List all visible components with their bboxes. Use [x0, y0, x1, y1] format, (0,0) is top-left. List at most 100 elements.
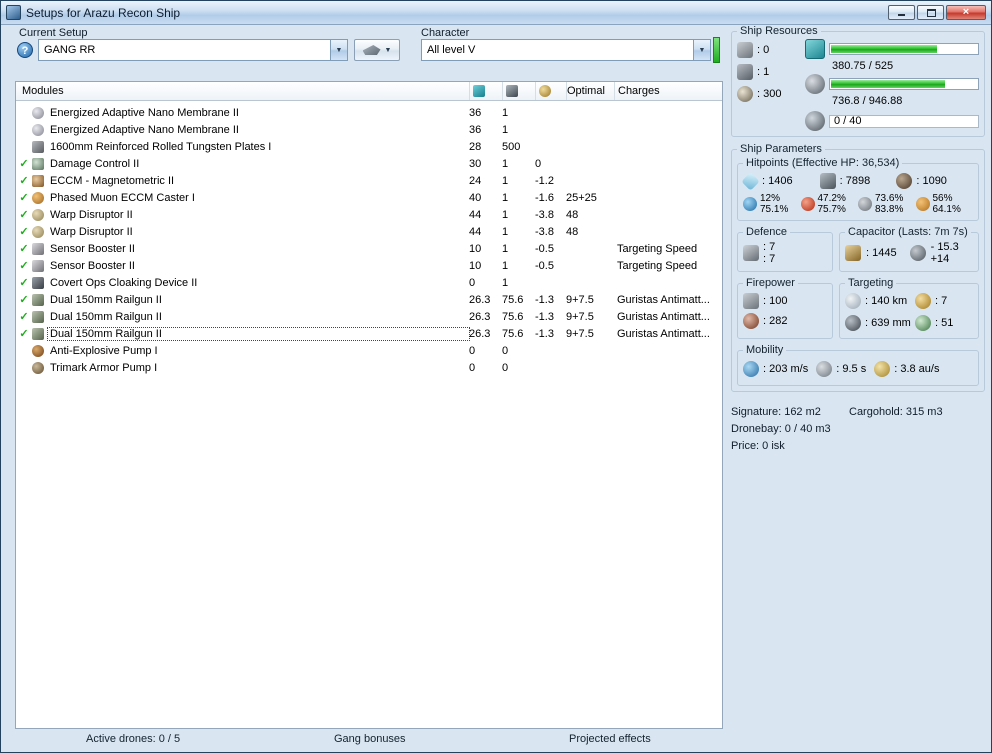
resist-cell: 47.2% 75.7%: [800, 193, 859, 215]
module-cap-value: -1.3: [535, 310, 554, 323]
warp-speed-icon: [874, 361, 891, 377]
targeting-range-value: : 140 km: [865, 295, 908, 307]
fitted-check-icon: ✓: [19, 209, 29, 221]
module-cpu-value: 26.3: [469, 310, 491, 323]
agility-icon: [816, 361, 833, 377]
fitted-check-icon: ✓: [19, 158, 29, 170]
module-cpu-value: 0: [469, 276, 476, 289]
armor-hp-icon: [819, 173, 836, 189]
fitted-check-icon: ✓: [19, 243, 29, 255]
drone-bandwidth-bar: 0 / 40: [829, 114, 979, 128]
module-charges-value: Guristas Antimatt...: [617, 310, 710, 323]
module-name: Dual 150mm Railgun II: [50, 310, 162, 323]
max-targets-value: : 7: [935, 295, 948, 307]
eft-window: Setups for Arazu Recon Ship × Current Se…: [0, 0, 992, 753]
structure-hp-value: : 1090: [916, 175, 947, 187]
module-powergrid-value: 500: [502, 140, 521, 153]
window-title: Setups for Arazu Recon Ship: [26, 5, 181, 20]
projected-effects-section[interactable]: Projected effects: [569, 733, 651, 745]
volley-value: : 100: [763, 295, 788, 307]
ship-selector-icon: [362, 45, 381, 55]
speed-icon: [743, 361, 759, 377]
module-row[interactable]: ✓ Warp Disruptor II 44 1 -3.8 48: [16, 206, 722, 223]
firepower-group: Firepower : 100 : 282: [737, 277, 833, 339]
close-button[interactable]: ×: [946, 5, 986, 20]
warp-disruptor-icon: [32, 208, 44, 221]
em-resist-icon: [743, 197, 757, 211]
fitted-check-icon: ✓: [19, 226, 29, 238]
defence-top-value: : 7: [763, 241, 776, 253]
module-row[interactable]: ✓ Sensor Booster II 10 1 -0.5 Targeting …: [16, 240, 722, 257]
titlebar[interactable]: Setups for Arazu Recon Ship ×: [1, 1, 991, 25]
module-row[interactable]: ✓ Energized Adaptive Nano Membrane II 36…: [16, 121, 722, 138]
dps-icon: [743, 313, 759, 329]
fitted-check-icon: ✓: [19, 328, 29, 340]
module-row[interactable]: ✓ Warp Disruptor II 44 1 -3.8 48: [16, 223, 722, 240]
turret-hardpoints-value: : 0: [757, 44, 770, 56]
character-label: Character: [421, 27, 470, 39]
current-setup-value: GANG RR: [44, 44, 96, 56]
warp-disruptor-icon: [32, 225, 44, 238]
targeting-group: Targeting : 140 km : 7 : 639 mm: 51: [839, 277, 979, 339]
shield-resist-value: 12%: [760, 193, 781, 204]
module-optimal-value: 9+7.5: [566, 310, 594, 323]
gang-bonuses-section[interactable]: Gang bonuses: [334, 733, 406, 745]
module-name: Anti-Explosive Pump I: [50, 344, 158, 357]
module-cpu-value: 0: [469, 361, 476, 374]
armor-hp-value: : 7898: [839, 175, 871, 187]
module-charges-value: Guristas Antimatt...: [617, 327, 710, 340]
maximize-button[interactable]: [917, 5, 944, 20]
hitpoints-group: Hitpoints (Effective HP: 36,534) : 1406 …: [737, 157, 979, 221]
active-drones-section[interactable]: Active drones: 0 / 5: [86, 733, 180, 745]
shield-hp-icon: [741, 171, 760, 191]
help-icon[interactable]: ?: [17, 42, 33, 58]
sensor-strength-value: : 51: [935, 317, 954, 329]
ship-parameters-group: Ship Parameters Hitpoints (Effective HP:…: [731, 143, 985, 392]
module-powergrid-value: 1: [502, 225, 509, 238]
shield-resist-value: 47.2%: [817, 193, 846, 204]
module-cpu-value: 30: [469, 157, 482, 170]
module-cap-value: -0.5: [535, 242, 554, 255]
signature-value: Signature: 162 m2: [731, 406, 821, 418]
module-row[interactable]: ✓ Dual 150mm Railgun II 26.3 75.6 -1.3 9…: [16, 291, 722, 308]
drone-bandwidth-icon: [805, 111, 825, 131]
module-row[interactable]: ✓ ECCM - Magnetometric II 24 1 -1.2: [16, 172, 722, 189]
armor-resist-value: 75.1%: [760, 204, 789, 215]
module-powergrid-value: 0: [502, 361, 509, 374]
module-cpu-value: 26.3: [469, 293, 491, 306]
resists-row: 12% 75.1% 47.2% 75.7% 73.6% 83.8% 56% 64…: [743, 193, 973, 215]
explosive-resist-icon: [915, 197, 930, 211]
minimize-button[interactable]: [888, 5, 915, 20]
module-row[interactable]: ✓ Energized Adaptive Nano Membrane II 36…: [16, 104, 722, 121]
current-setup-dropdown[interactable]: GANG RR ▼: [38, 39, 348, 61]
module-powergrid-value: 1: [502, 174, 509, 187]
module-row[interactable]: ✓ Phased Muon ECCM Caster I 40 1 -1.6 25…: [16, 189, 722, 206]
powergrid-bar-fill: [831, 80, 945, 88]
sensor-booster-icon: [32, 259, 44, 272]
rig-trimark-icon: [32, 361, 44, 374]
fitted-check-icon: ✓: [19, 311, 29, 323]
module-name: Sensor Booster II: [50, 259, 135, 272]
fitted-check-icon: ✓: [19, 192, 29, 204]
module-row[interactable]: ✓ Sensor Booster II 10 1 -0.5 Targeting …: [16, 257, 722, 274]
ship-selector-button[interactable]: ▼: [354, 39, 400, 61]
module-row[interactable]: ✓ Trimark Armor Pump I 0 0: [16, 359, 722, 376]
resist-cell: 73.6% 83.8%: [858, 193, 916, 215]
cap-recharge-icon: [909, 245, 926, 261]
module-row[interactable]: ✓ Dual 150mm Railgun II 26.3 75.6 -1.3 9…: [16, 308, 722, 325]
module-cpu-value: 24: [469, 174, 482, 187]
module-row[interactable]: ✓ Dual 150mm Railgun II 26.3 75.6 -1.3 9…: [16, 325, 722, 342]
module-row[interactable]: ✓ Damage Control II 30 1 0: [16, 155, 722, 172]
character-dropdown[interactable]: All level V ▼: [421, 39, 711, 61]
mobility-group: Mobility : 203 m/s : 9.5 s : 3.8 au/s: [737, 344, 979, 386]
module-cpu-value: 10: [469, 259, 482, 272]
calibration-value: : 300: [757, 88, 782, 100]
module-optimal-value: 9+7.5: [566, 327, 594, 340]
dronebay-value: Dronebay: 0 / 40 m3: [731, 423, 831, 435]
module-row[interactable]: ✓ 1600mm Reinforced Rolled Tungsten Plat…: [16, 138, 722, 155]
module-row[interactable]: ✓ Anti-Explosive Pump I 0 0: [16, 342, 722, 359]
capacitor-title: Capacitor (Lasts: 7m 7s): [848, 226, 968, 238]
module-row[interactable]: ✓ Covert Ops Cloaking Device II 0 1: [16, 274, 722, 291]
module-cpu-value: 44: [469, 208, 482, 221]
shield-hp-value: : 1406: [762, 175, 793, 187]
